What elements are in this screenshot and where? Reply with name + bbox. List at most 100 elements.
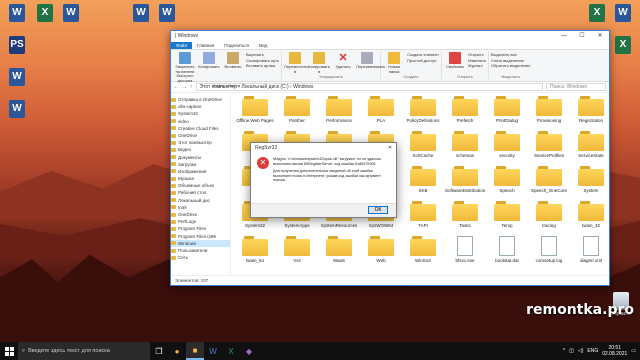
nav-item[interactable]: Объемные объек xyxy=(171,182,230,189)
easy-access-button[interactable]: Простой доступ xyxy=(407,58,439,64)
folder-item[interactable]: Offline Web Pages xyxy=(235,96,275,123)
chrome-icon[interactable]: ● xyxy=(168,342,186,360)
move-to-button[interactable]: Переместить в xyxy=(284,52,309,74)
tab-home[interactable]: Главная xyxy=(192,42,219,49)
nav-item[interactable]: System32 xyxy=(171,110,230,117)
folder-item[interactable]: Registration xyxy=(571,96,609,123)
desktop-icon-word[interactable]: W xyxy=(4,68,30,99)
rename-button[interactable]: Переименовать xyxy=(356,52,385,74)
nav-item[interactable]: Документы xyxy=(171,154,230,161)
folder-item[interactable]: System xyxy=(571,166,609,193)
open-button[interactable]: Открыть xyxy=(468,52,486,58)
copy-button[interactable]: Копировать xyxy=(198,52,220,83)
folder-item[interactable]: security xyxy=(487,131,527,158)
tab-file[interactable]: Файл xyxy=(171,42,193,49)
nav-item[interactable]: OneDrive xyxy=(171,132,230,139)
folder-item[interactable]: PolicyDefinitions xyxy=(403,96,443,123)
desktop-icon-word[interactable]: W xyxy=(58,4,84,35)
desktop-icon-word[interactable]: W xyxy=(4,4,30,35)
paste-shortcut-button[interactable]: Вставить ярлык xyxy=(246,63,279,69)
desktop-icon-word[interactable]: W xyxy=(4,100,30,131)
folder-item[interactable]: Web xyxy=(361,236,401,263)
folder-item[interactable]: WinSxS xyxy=(403,236,443,263)
network-icon[interactable]: ◫ xyxy=(569,348,574,354)
desktop-icon-word[interactable]: W xyxy=(128,4,154,35)
folder-item[interactable]: TAPI xyxy=(403,201,443,228)
notifications-icon[interactable]: ▭ xyxy=(631,348,636,354)
folder-item[interactable]: twain_32 xyxy=(571,201,609,228)
excel-taskbar-icon[interactable]: X xyxy=(222,342,240,360)
folder-item[interactable]: PLA xyxy=(361,96,401,123)
file-explorer-taskbar-icon[interactable]: ■ xyxy=(186,342,204,360)
dialog-close-icon[interactable]: ✕ xyxy=(384,143,396,153)
nav-item[interactable]: Сеть xyxy=(171,254,230,261)
language-indicator[interactable]: ENG xyxy=(587,348,598,354)
nav-item[interactable]: olla-capture xyxy=(171,103,230,110)
folder-item[interactable]: Panther xyxy=(277,96,317,123)
nav-item[interactable]: video xyxy=(171,118,230,125)
nav-item[interactable]: Program Files xyxy=(171,225,230,232)
forward-icon[interactable]: → xyxy=(182,84,187,90)
nav-item[interactable]: Пользователи xyxy=(171,247,230,254)
copy-to-button[interactable]: Копировать в xyxy=(308,52,330,74)
nav-item[interactable]: Intel xyxy=(171,204,230,211)
minimize-icon[interactable]: — xyxy=(555,31,573,41)
nav-item[interactable]: Отправка в OneDrive xyxy=(171,96,230,103)
paste-button[interactable]: Вставить xyxy=(222,52,244,83)
nav-item[interactable]: Видео xyxy=(171,146,230,153)
folder-item[interactable]: ServiceState xyxy=(571,131,609,158)
folder-item[interactable]: Tasks xyxy=(445,201,485,228)
nav-item[interactable]: Этот компьютер xyxy=(171,139,230,146)
desktop-icon-excel[interactable]: X xyxy=(610,36,636,67)
nav-item[interactable]: Рабочий стол xyxy=(171,189,230,196)
file-item[interactable]: bootstat.dat xyxy=(487,236,527,263)
taskbar-search[interactable]: ⌕ Введите здесь текст для поиска xyxy=(18,342,150,360)
folder-item[interactable]: tracing xyxy=(529,201,569,228)
nav-item[interactable]: Загрузки xyxy=(171,161,230,168)
start-button[interactable] xyxy=(0,342,18,360)
volume-icon[interactable]: ◁) xyxy=(578,348,584,354)
nav-item[interactable]: Изображения xyxy=(171,168,230,175)
delete-button[interactable]: ✕ Удалить xyxy=(332,52,354,74)
nav-item[interactable]: PerfLogs xyxy=(171,218,230,225)
word-taskbar-icon[interactable]: W xyxy=(204,342,222,360)
nav-item[interactable]: Локальный дис xyxy=(171,197,230,204)
folder-item[interactable]: schemas xyxy=(445,131,485,158)
desktop-icon-excel[interactable]: X xyxy=(32,4,58,35)
folder-item[interactable]: Provisioning xyxy=(529,96,569,123)
up-icon[interactable]: ↑ xyxy=(190,84,193,90)
folder-item[interactable]: WaaS xyxy=(319,236,359,263)
nav-item[interactable]: OneDrive xyxy=(171,211,230,218)
folder-item[interactable]: Prefetch xyxy=(445,96,485,123)
back-icon[interactable]: ← xyxy=(174,84,179,90)
file-item[interactable]: diagerr.xml xyxy=(571,236,609,263)
tab-view[interactable]: Вид xyxy=(254,42,272,49)
nav-item[interactable]: Program Files (x86 xyxy=(171,233,230,240)
folder-item[interactable]: SchCache xyxy=(403,131,443,158)
file-item[interactable]: comsetup.log xyxy=(529,236,569,263)
new-folder-button[interactable]: Новая папка xyxy=(383,52,405,74)
close-icon[interactable]: ✕ xyxy=(591,31,609,41)
folder-item[interactable]: Vss xyxy=(277,236,317,263)
folder-item[interactable]: Speech_OneCore xyxy=(529,166,569,193)
properties-button[interactable]: Свойства xyxy=(444,52,466,74)
desktop-icon-photoshop[interactable]: PS xyxy=(4,36,30,67)
folder-item[interactable]: SKB xyxy=(403,166,443,193)
chevron-up-icon[interactable]: ^ xyxy=(563,348,565,354)
folder-item[interactable]: SoftwareDistribution xyxy=(445,166,485,193)
invert-selection-button[interactable]: Обратить выделение xyxy=(491,63,531,69)
pin-button[interactable]: Закрепить на панели быстрого доступа xyxy=(174,52,196,83)
tab-share[interactable]: Поделиться xyxy=(219,42,254,49)
task-view-icon[interactable]: ❐ xyxy=(150,342,168,360)
nav-item[interactable]: Музыка xyxy=(171,175,230,182)
folder-item[interactable]: Temp xyxy=(487,201,527,228)
folder-item[interactable]: Speech xyxy=(487,166,527,193)
desktop-icon-word[interactable]: W xyxy=(610,4,636,35)
nav-item[interactable]: Windows xyxy=(171,239,230,247)
folder-item[interactable]: Performance xyxy=(319,96,359,123)
clock[interactable]: 20:51 02.08.2021 xyxy=(602,345,627,357)
maximize-icon[interactable]: ☐ xyxy=(573,31,591,41)
search-input[interactable]: Поиск: Windows xyxy=(546,83,606,91)
folder-item[interactable]: twain_64 xyxy=(235,236,275,263)
new-item-button[interactable]: Создать элемент xyxy=(407,52,439,58)
